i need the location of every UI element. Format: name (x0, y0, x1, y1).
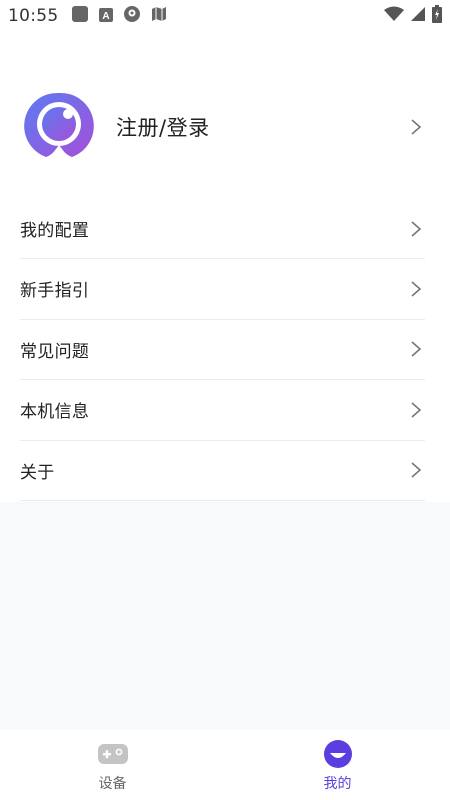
location-icon (123, 5, 141, 27)
chevron-right-icon (410, 220, 422, 238)
menu-item-label: 新手指引 (20, 281, 90, 302)
menu-item-beginner-guide[interactable]: 新手指引 (20, 259, 425, 320)
login-register-label: 注册/登录 (116, 116, 210, 140)
tab-mine[interactable]: 我的 (225, 730, 450, 800)
chevron-right-icon (410, 461, 422, 479)
menu-item-label: 关于 (20, 462, 55, 483)
tab-label: 我的 (323, 776, 352, 792)
menu-item-faq[interactable]: 常见问题 (20, 320, 425, 380)
wifi-icon (384, 6, 404, 26)
font-icon: A (98, 7, 113, 26)
status-system-icons (384, 5, 442, 27)
status-notification-icons: A (71, 5, 167, 27)
map-icon (151, 6, 167, 26)
menu-item-label: 我的配置 (20, 221, 90, 241)
profile-and-menu-section: 注册/登录 我的配置 新手指引 常见问题 本机信息 关于 (0, 32, 450, 502)
battery-icon (432, 5, 442, 27)
bottom-tab-bar: 设备 我的 (0, 730, 450, 800)
chevron-right-icon (410, 340, 422, 358)
tab-devices[interactable]: 设备 (0, 730, 225, 800)
menu-item-my-config[interactable]: 我的配置 (20, 199, 425, 259)
signal-icon (410, 6, 426, 26)
menu-item-label: 常见问题 (20, 341, 90, 362)
login-register-row[interactable]: 注册/登录 (0, 87, 450, 167)
menu-item-about[interactable]: 关于 (20, 441, 425, 501)
settings-menu-list: 我的配置 新手指引 常见问题 本机信息 关于 (0, 199, 450, 501)
chevron-right-icon (410, 118, 422, 136)
app-logo-icon (24, 91, 94, 163)
tab-label: 设备 (98, 776, 127, 792)
menu-item-label: 本机信息 (20, 402, 90, 423)
chevron-right-icon (410, 401, 422, 419)
gamepad-icon (96, 740, 130, 768)
chevron-right-icon (410, 280, 422, 298)
menu-item-device-info[interactable]: 本机信息 (20, 380, 425, 441)
app-square-icon (71, 5, 89, 27)
svg-text:A: A (102, 11, 109, 22)
smile-icon (321, 740, 355, 768)
status-time: 10:55 (8, 6, 59, 26)
status-bar: 10:55 A (0, 0, 450, 32)
